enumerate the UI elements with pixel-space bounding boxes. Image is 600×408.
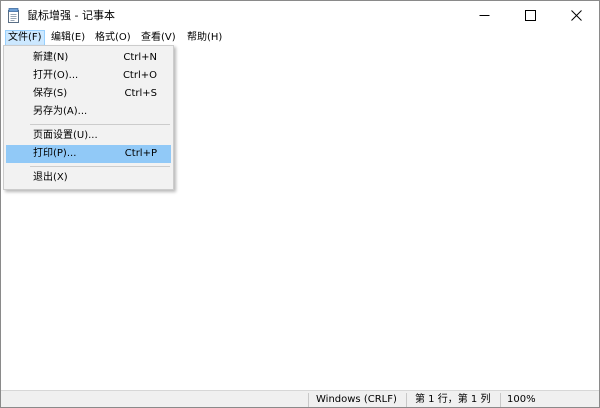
menu-item-label: 打开(O)... <box>33 70 79 81</box>
menu-item-exit[interactable]: 退出(X) <box>6 169 171 187</box>
menu-item-label: 页面设置(U)... <box>33 130 98 141</box>
menu-item-label: 新建(N) <box>33 52 69 63</box>
menu-item-shortcut: Ctrl+S <box>124 88 157 99</box>
menu-help[interactable]: 帮助(H) <box>184 30 225 46</box>
menu-item-save[interactable]: 保存(S) Ctrl+S <box>6 85 171 103</box>
title-bar[interactable]: 鼠标增强 - 记事本 <box>1 1 599 30</box>
menu-format[interactable]: 格式(O) <box>92 30 134 46</box>
maximize-icon <box>524 6 536 25</box>
menu-item-label: 另存为(A)... <box>33 106 88 117</box>
menu-item-save-as[interactable]: 另存为(A)... <box>6 103 171 121</box>
status-line-ending: Windows (CRLF) <box>316 394 397 405</box>
window-title: 鼠标增强 - 记事本 <box>27 9 115 22</box>
notepad-window: 鼠标增强 - 记事本 文件(F) 编辑(E) 格式(O) 查看(V) 帮助(H)… <box>0 0 600 408</box>
menu-item-page-setup[interactable]: 页面设置(U)... <box>6 127 171 145</box>
menu-separator <box>30 166 170 167</box>
menu-bar: 文件(F) 编辑(E) 格式(O) 查看(V) 帮助(H) <box>1 30 599 46</box>
menu-item-shortcut: Ctrl+O <box>122 70 157 81</box>
close-button[interactable] <box>553 1 599 30</box>
menu-edit[interactable]: 编辑(E) <box>48 30 88 46</box>
notepad-icon[interactable] <box>7 8 21 23</box>
maximize-button[interactable] <box>507 1 553 30</box>
menu-item-label: 打印(P)... <box>33 148 77 159</box>
close-icon <box>570 6 582 25</box>
menu-item-print[interactable]: 打印(P)... Ctrl+P <box>6 145 171 163</box>
menu-item-shortcut: Ctrl+N <box>123 52 157 63</box>
minimize-icon <box>479 6 490 25</box>
menu-file[interactable]: 文件(F) <box>5 30 45 46</box>
menu-item-shortcut: Ctrl+P <box>124 148 157 159</box>
menu-item-label: 保存(S) <box>33 88 68 99</box>
menu-separator <box>30 124 170 125</box>
status-bar: Windows (CRLF) 第 1 行，第 1 列 100% <box>1 390 599 407</box>
status-divider <box>308 393 309 407</box>
status-divider <box>406 393 407 407</box>
menu-item-new[interactable]: 新建(N) Ctrl+N <box>6 49 171 67</box>
menu-item-label: 退出(X) <box>33 172 68 183</box>
status-divider <box>500 393 501 407</box>
status-cursor-position: 第 1 行，第 1 列 <box>415 394 491 405</box>
menu-view[interactable]: 查看(V) <box>138 30 179 46</box>
minimize-button[interactable] <box>461 1 507 30</box>
file-menu-dropdown: 新建(N) Ctrl+N 打开(O)... Ctrl+O 保存(S) Ctrl+… <box>3 45 174 190</box>
status-zoom: 100% <box>507 394 536 405</box>
menu-item-open[interactable]: 打开(O)... Ctrl+O <box>6 67 171 85</box>
